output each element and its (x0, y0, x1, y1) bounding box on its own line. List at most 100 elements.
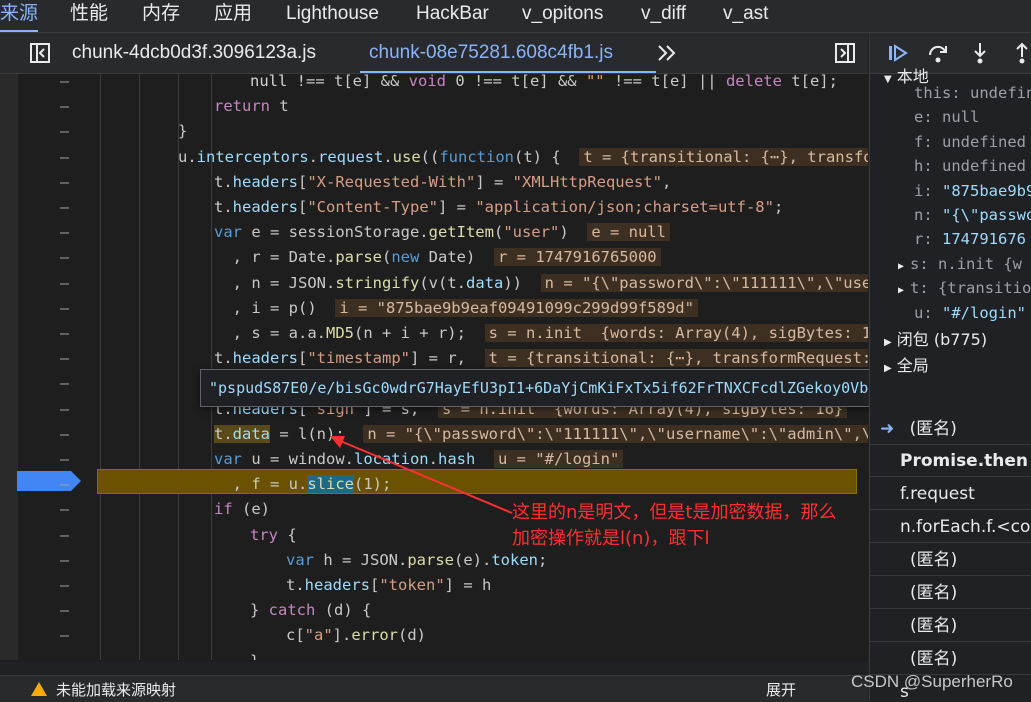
call-stack-frame[interactable]: (匿名) (870, 577, 1031, 609)
code-line[interactable]: – , r = Date.parse(new Date) r = 1747916… (0, 245, 868, 270)
scope-variable[interactable]: r: 174791676 (914, 227, 1026, 251)
scope-variable[interactable]: ▶ s: n.init {w (898, 252, 1022, 276)
warning-icon (31, 682, 47, 696)
line-number[interactable]: – (60, 296, 80, 321)
code-text: try { (250, 525, 297, 544)
code-line[interactable]: – c["a"].error(d) (0, 623, 868, 648)
toggle-navigator-icon[interactable] (29, 42, 51, 64)
line-number[interactable]: – (60, 523, 80, 548)
nav-tab-v-ast[interactable]: v_ast (723, 0, 768, 32)
code-line[interactable]: – var u = window.location.hash u = "#/log… (0, 447, 868, 472)
collapsed-triangle-icon: ▶ (884, 337, 892, 348)
scope-variable[interactable]: ▶ t: {transitio (898, 276, 1031, 300)
code-line[interactable]: – null !== t[e] && void 0 !== t[e] && "" … (0, 74, 868, 94)
nav-tab-hackbar[interactable]: HackBar (416, 0, 489, 32)
scope-variable-name: e: (914, 108, 942, 127)
code-text: return t (214, 97, 289, 116)
line-number[interactable]: – (60, 397, 80, 422)
code-line[interactable]: – , n = JSON.stringify(v(t.data)) n = "{… (0, 271, 868, 296)
nav-tab-v-opitons[interactable]: v_opitons (522, 0, 603, 32)
collapsed-triangle-icon: ▶ (884, 363, 892, 374)
annotation-line-1: 这里的n是明文，但是t是加密数据，那么 (512, 502, 837, 523)
step-over-icon[interactable] (926, 41, 950, 65)
line-number[interactable]: – (60, 195, 80, 220)
code-text: c["a"].error(d) (286, 626, 427, 645)
scope-variable-value: null (942, 108, 980, 127)
line-number[interactable]: – (60, 119, 80, 144)
call-stack-frame[interactable]: (匿名) (870, 643, 1031, 675)
line-number[interactable]: – (60, 472, 80, 497)
code-line[interactable]: – t.headers["token"] = h (0, 573, 868, 598)
scope-variable-value: n.init {w (938, 254, 1023, 273)
scope-variable-name: i: (914, 181, 942, 200)
nav-tab-application[interactable]: 应用 (214, 0, 252, 32)
call-stack-frame[interactable]: (匿名) (870, 544, 1031, 576)
line-number[interactable]: – (60, 346, 80, 371)
scope-variable-value: "875bae9b9 (942, 181, 1031, 200)
line-number[interactable]: – (60, 321, 80, 346)
csdn-watermark: CSDN @SuperherRo (851, 672, 1013, 691)
code-line[interactable]: – t.headers["Content-Type"] = "applicatio… (0, 195, 868, 220)
step-out-icon[interactable] (1010, 41, 1031, 65)
line-number[interactable]: – (60, 74, 80, 94)
code-line[interactable]: – , f = u.slice(1); (0, 472, 868, 497)
async-boundary-header: Promise.then (870, 445, 1031, 477)
line-number[interactable]: – (60, 170, 80, 195)
nav-tab-lighthouse[interactable]: Lighthouse (286, 0, 379, 32)
code-line[interactable]: –} (0, 119, 868, 144)
line-number[interactable]: – (60, 220, 80, 245)
async-boundary-label: Promise.then (900, 451, 1029, 471)
editor-tab-chunk-08e7[interactable]: chunk-08e75281.608c4fb1.js (369, 33, 613, 73)
resume-icon[interactable] (886, 41, 910, 65)
scope-variable[interactable]: i: "875bae9b9 (914, 179, 1031, 203)
line-number[interactable]: – (60, 371, 80, 396)
scope-variable[interactable]: n: "{\"passwo (914, 203, 1031, 227)
line-number[interactable]: – (60, 623, 80, 648)
line-number[interactable]: – (60, 598, 80, 623)
nav-tab-performance[interactable]: 性能 (70, 0, 108, 32)
code-line[interactable]: – , i = p() i = "875bae9b9eaf09491099c29… (0, 296, 868, 321)
scope-variable[interactable]: u: "#/login" (914, 301, 1026, 325)
scope-closure[interactable]: ▶ 闭包 (b775) (884, 328, 987, 352)
line-number[interactable]: – (60, 245, 80, 270)
line-number[interactable]: – (60, 422, 80, 447)
call-stack-frame[interactable]: (匿名) (870, 610, 1031, 642)
nav-tab-v-diff[interactable]: v_diff (641, 0, 686, 32)
nav-tab-memory[interactable]: 内存 (142, 0, 180, 32)
scope-variable[interactable]: f: undefined (914, 130, 1026, 154)
call-stack-frame[interactable]: n.forEach.f.<com (870, 511, 1031, 543)
line-number[interactable]: – (60, 573, 80, 598)
call-stack-frame[interactable]: f.request (870, 478, 1031, 510)
line-number[interactable]: – (60, 548, 80, 573)
line-number[interactable]: – (60, 94, 80, 119)
editor-status-bar: 未能加载来源映射 展开 (0, 675, 868, 702)
toggle-debugger-sidebar-icon[interactable] (834, 42, 856, 64)
line-number[interactable]: – (60, 271, 80, 296)
scope-variable[interactable]: h: undefined (914, 154, 1026, 178)
code-line[interactable]: – var e = sessionStorage.getItem("user") … (0, 220, 868, 245)
code-text: var h = JSON.parse(e).token; (286, 550, 548, 569)
code-line[interactable]: –} catch (d) { (0, 598, 868, 623)
code-line[interactable]: – , s = a.a.MD5(n + i + r); s = n.init {… (0, 321, 868, 346)
more-tabs-chevron-icon[interactable] (656, 43, 678, 63)
code-line[interactable]: – t.headers["X-Requested-With"] = "XMLHtt… (0, 170, 868, 195)
step-into-icon[interactable] (968, 41, 992, 65)
code-text: , n = JSON.stringify(v(t.data)) n = "{\"… (214, 271, 868, 296)
scope-global[interactable]: ▶ 全局 (884, 354, 929, 378)
scope-variable[interactable]: this: undefined (914, 81, 1031, 105)
scope-variable[interactable]: e: null (914, 105, 979, 129)
nav-tab-sources[interactable]: 来源 (0, 0, 38, 32)
code-line[interactable]: – return t (0, 94, 868, 119)
horizontal-scrollbar[interactable] (0, 660, 868, 662)
code-line[interactable]: – t.headers["timestamp"] = r, t = {transi… (0, 346, 868, 371)
line-number[interactable]: – (60, 447, 80, 472)
code-line[interactable]: – t.data = l(n); n = "{\"password\":\"111… (0, 422, 868, 447)
line-number[interactable]: – (60, 145, 80, 170)
code-editor[interactable]: – null !== t[e] && void 0 !== t[e] && "" … (0, 74, 868, 662)
call-stack-current-frame[interactable]: ➜ (匿名) (870, 413, 1031, 445)
code-line[interactable]: – u.interceptors.request.use((function(t)… (0, 145, 868, 170)
scope-closure-label: 闭包 (b775) (896, 330, 988, 349)
expand-link[interactable]: 展开 (766, 679, 796, 700)
editor-tab-chunk-4dcb[interactable]: chunk-4dcb0d3f.3096123a.js (72, 33, 316, 73)
line-number[interactable]: – (60, 497, 80, 522)
